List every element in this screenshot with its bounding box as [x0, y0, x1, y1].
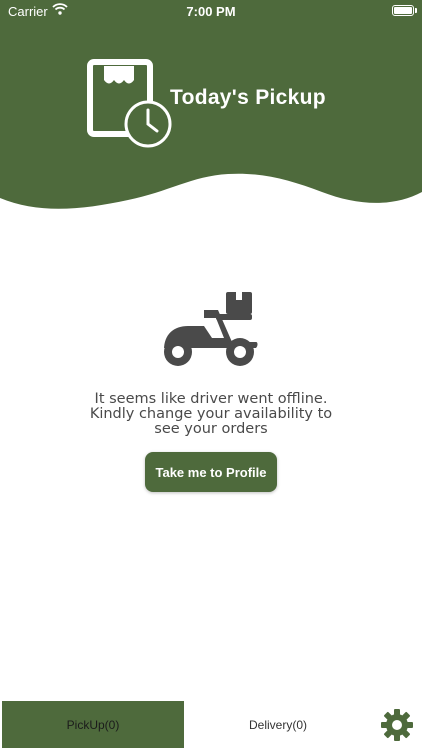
- tab-bar: PickUp(0) Delivery(0): [0, 700, 422, 750]
- tab-pickup[interactable]: PickUp(0): [2, 701, 184, 748]
- offline-message-line: see your orders: [154, 421, 268, 437]
- battery-icon: [392, 5, 417, 16]
- clock: 7:00 PM: [186, 4, 236, 19]
- offline-message: It seems like driver went offline. Kindl…: [40, 392, 382, 437]
- page-title: Today's Pickup: [170, 86, 326, 109]
- header: Today's Pickup: [0, 0, 422, 220]
- header-wave-background: [0, 0, 422, 209]
- offline-message-line: Kindly change your availability to: [89, 406, 333, 422]
- tab-delivery[interactable]: Delivery(0): [184, 701, 372, 748]
- offline-message-line: It seems like driver went offline.: [94, 391, 328, 407]
- status-bar: Carrier 7:00 PM: [0, 0, 422, 22]
- gear-icon[interactable]: [380, 708, 414, 742]
- store-clock-icon: [86, 58, 172, 148]
- take-me-to-profile-button[interactable]: Take me to Profile: [145, 452, 277, 492]
- delivery-scooter-icon: [160, 290, 262, 368]
